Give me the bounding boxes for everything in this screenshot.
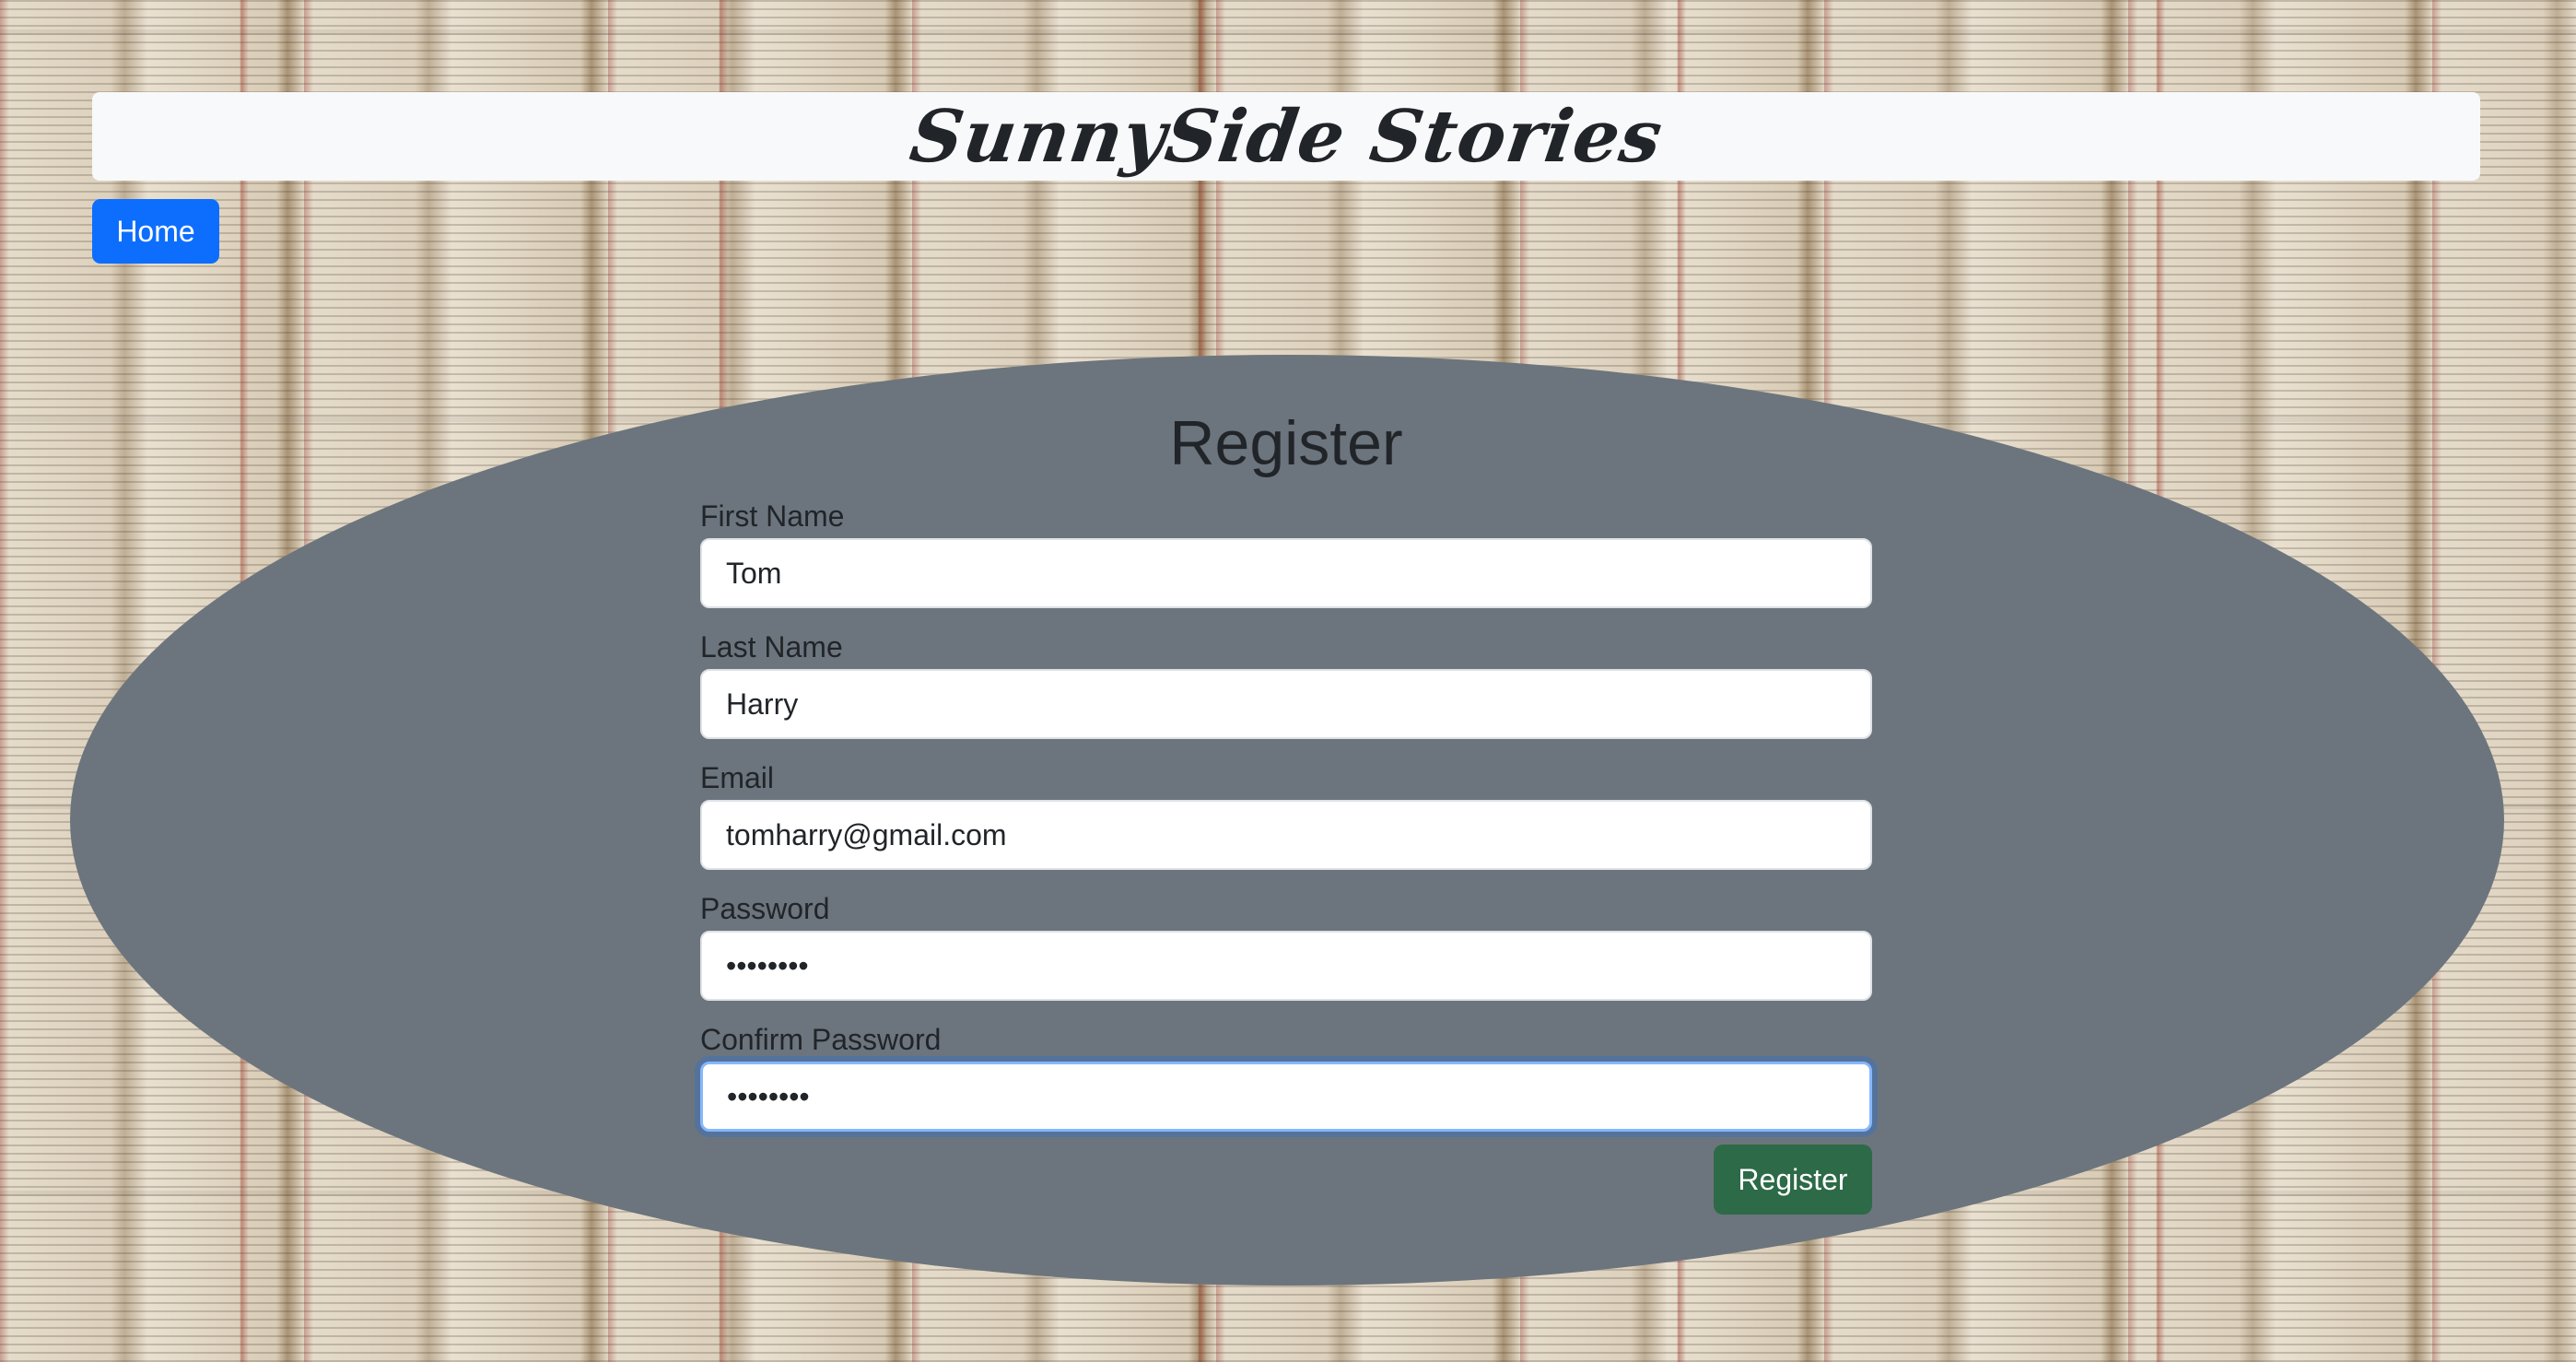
email-input[interactable]: [700, 800, 1872, 870]
password-group: Password: [700, 890, 1872, 1001]
email-label: Email: [700, 761, 775, 794]
first-name-label: First Name: [700, 499, 845, 533]
last-name-group: Last Name: [700, 628, 1872, 739]
confirm-password-group: Confirm Password: [700, 1021, 1872, 1132]
password-label: Password: [700, 892, 830, 925]
submit-row: Register: [700, 1145, 1872, 1215]
last-name-label: Last Name: [700, 630, 843, 663]
last-name-input[interactable]: [700, 669, 1872, 739]
register-button[interactable]: Register: [1714, 1145, 1872, 1215]
first-name-input[interactable]: [700, 538, 1872, 608]
home-button[interactable]: Home: [92, 199, 219, 264]
first-name-group: First Name: [700, 498, 1872, 608]
confirm-password-label: Confirm Password: [700, 1023, 942, 1056]
site-header: SunnySide Stories: [92, 92, 2480, 181]
email-group: Email: [700, 759, 1872, 870]
register-form: Register First Name Last Name Email Pass…: [700, 405, 1872, 1215]
password-input[interactable]: [700, 931, 1872, 1001]
form-title: Register: [1169, 408, 1403, 478]
confirm-password-input[interactable]: [700, 1062, 1872, 1132]
site-title: SunnySide Stories: [905, 94, 1668, 179]
